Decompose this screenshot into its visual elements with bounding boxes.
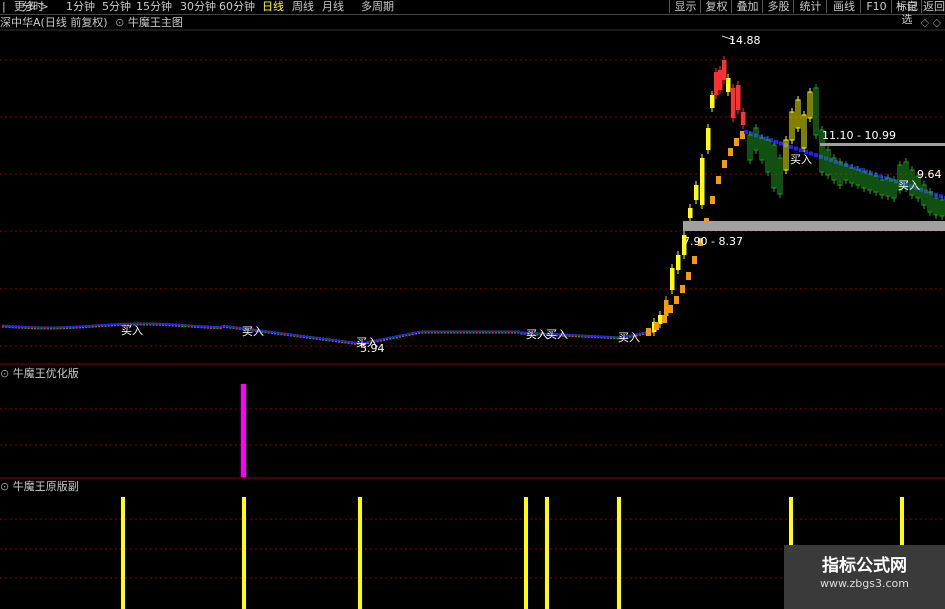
- buy-signal-label-2: 买入: [356, 336, 378, 349]
- rally-candle-11: [714, 72, 719, 95]
- buy-signal-label-4: 买入: [546, 328, 568, 341]
- original-signal-bar-4: [545, 497, 549, 609]
- indicator-title[interactable]: 牛魔王主图: [128, 16, 183, 29]
- buy-signal-label-7: 买入: [898, 179, 920, 192]
- orange-dot-0: [646, 328, 651, 336]
- blue-dot-6: [774, 139, 778, 144]
- sub-panel-1-header: ⊙ 牛魔王优化版: [0, 367, 79, 381]
- orange-dot-13: [728, 148, 733, 156]
- resistance-label: 11.10 - 10.99: [822, 129, 896, 142]
- blue-dot-14: [814, 153, 818, 158]
- buy-signal-label-5: 买入: [618, 331, 640, 344]
- rally-candle-6: [688, 208, 693, 218]
- blue-dot-11: [799, 148, 803, 153]
- blue-dot-7: [779, 141, 783, 146]
- rally-candle-12: [718, 70, 723, 90]
- rally-candle-7: [694, 185, 699, 200]
- blue-dot-9: [789, 144, 793, 149]
- rally-candle-4: [676, 255, 681, 270]
- orange-dot-7: [692, 256, 697, 264]
- rally-candle-17: [741, 112, 746, 125]
- orange-dot-4: [674, 296, 679, 304]
- watermark-logo: 指标公式网 www.zbgs3.com: [784, 545, 945, 609]
- rally-candle-9: [706, 128, 711, 150]
- rally-candle-13: [722, 60, 727, 80]
- original-signal-bar-5: [617, 497, 621, 609]
- rally-candle-10: [710, 95, 715, 108]
- sub-panel-1-title[interactable]: 牛魔王优化版: [13, 367, 79, 380]
- blue-dot-0: [744, 130, 748, 134]
- buy-signal-label-3: 买入: [526, 328, 548, 341]
- rally-candle-15: [731, 88, 736, 118]
- rally-candle-14: [726, 78, 731, 92]
- buy-signal-label-1: 买入: [242, 325, 264, 338]
- original-signal-bar-0: [121, 497, 125, 609]
- orange-dot-12: [722, 160, 727, 168]
- resistance-band: [820, 143, 945, 146]
- orange-dot-10: [710, 196, 715, 204]
- rally-candle-8: [700, 158, 705, 205]
- buy-signal-label-6: 买入: [790, 153, 812, 166]
- original-signal-bar-3: [524, 497, 528, 609]
- peak-price-label: 14.88: [729, 34, 761, 47]
- orange-dot-5: [680, 285, 685, 293]
- right-level-label: 9.64 -: [917, 168, 945, 181]
- sub-panel-2-title[interactable]: 牛魔王原版副: [13, 480, 79, 493]
- panel-corner-icons[interactable]: ◇ ◇: [921, 16, 941, 30]
- chevron-down-circle-icon[interactable]: ⊙: [115, 16, 124, 29]
- orange-dot-14: [734, 138, 739, 146]
- watermark-line1: 指标公式网: [822, 556, 907, 576]
- rally-candle-3: [670, 268, 675, 290]
- optimized-signal-bar: [241, 384, 246, 477]
- support-band: [683, 221, 945, 231]
- rally-candle-16: [736, 85, 741, 110]
- stock-title[interactable]: 深中华A(日线 前复权): [0, 16, 108, 29]
- chart-canvas: 14.885.9411.10 - 10.997.90 - 8.379.64 -买…: [0, 29, 945, 609]
- blue-dot-10: [794, 146, 798, 151]
- main-panel-header: 深中华A(日线 前复权) ⊙ 牛魔王主图: [0, 16, 183, 30]
- watermark-line2: www.zbgs3.com: [820, 577, 909, 590]
- original-signal-bar-1: [242, 497, 246, 609]
- buy-signal-label-0: 买入: [121, 324, 143, 337]
- support-label: 7.90 - 8.37: [683, 235, 743, 248]
- orange-dot-6: [686, 272, 691, 280]
- sub-panel-2-header: ⊙ 牛魔王原版副: [0, 480, 79, 494]
- orange-dot-3: [668, 305, 673, 313]
- chevron-down-circle-icon[interactable]: ⊙: [0, 367, 9, 380]
- orange-dot-1: [654, 322, 659, 330]
- rally-candle-2: [664, 300, 669, 316]
- orange-dot-11: [716, 176, 721, 184]
- orange-dot-2: [662, 315, 667, 323]
- chevron-down-circle-icon[interactable]: ⊙: [0, 480, 9, 493]
- original-signal-bar-2: [358, 497, 362, 609]
